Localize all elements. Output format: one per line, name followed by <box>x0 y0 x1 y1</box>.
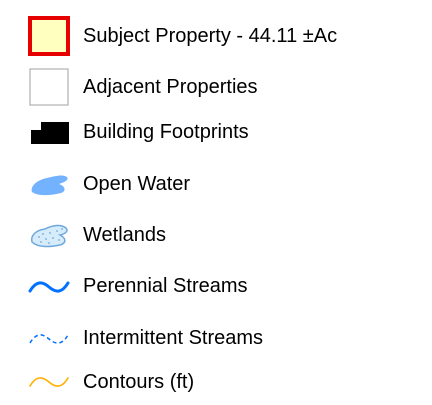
legend-item-adjacent-properties: Adjacent Properties <box>0 65 432 109</box>
legend-item-intermittent-streams: Intermittent Streams <box>0 316 432 360</box>
legend-label: Perennial Streams <box>83 275 248 297</box>
legend-label: Building Footprints <box>83 121 249 143</box>
map-legend: Subject Property - 44.11 ±Ac Adjacent Pr… <box>0 0 432 405</box>
legend-label: Intermittent Streams <box>83 327 264 349</box>
legend-label: Contours (ft) <box>83 371 195 393</box>
legend-item-building-footprints: Building Footprints <box>0 110 432 154</box>
legend-label: Wetlands <box>83 224 167 246</box>
subject-property-swatch-icon <box>27 16 71 56</box>
legend-label: Open Water <box>83 173 191 195</box>
adjacent-properties-swatch-icon <box>27 67 71 107</box>
perennial-stream-line-icon <box>27 266 71 306</box>
open-water-icon <box>27 164 71 204</box>
legend-item-perennial-streams: Perennial Streams <box>0 264 432 308</box>
legend-item-open-water: Open Water <box>0 162 432 206</box>
legend-item-subject-property: Subject Property - 44.11 ±Ac <box>0 14 432 58</box>
wetlands-icon <box>27 215 71 255</box>
legend-label: Adjacent Properties <box>83 76 258 98</box>
building-footprints-icon <box>27 112 71 152</box>
contour-line-icon <box>27 362 71 402</box>
legend-label: Subject Property - 44.11 ±Ac <box>83 25 338 47</box>
legend-item-wetlands: Wetlands <box>0 213 432 257</box>
intermittent-stream-line-icon <box>27 318 71 358</box>
legend-item-contours: Contours (ft) <box>0 360 432 404</box>
